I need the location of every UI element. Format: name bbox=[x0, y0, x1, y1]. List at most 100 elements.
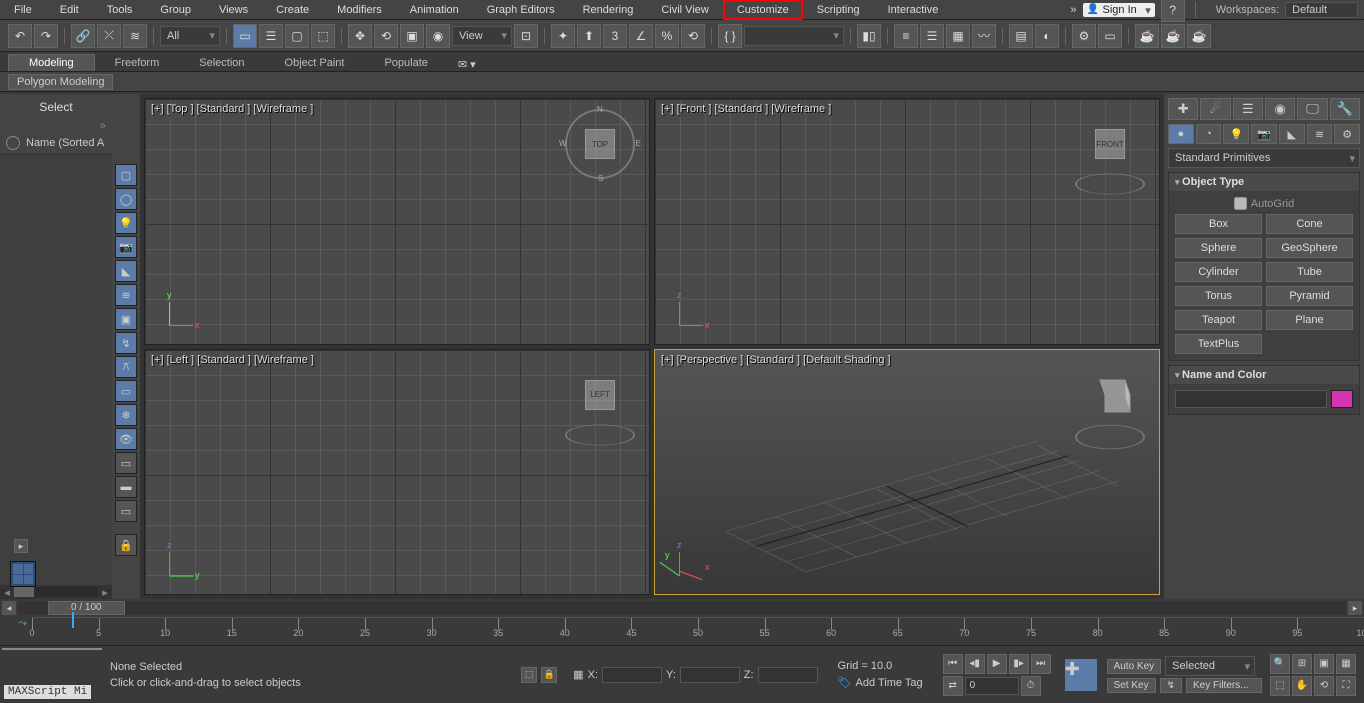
filter-hidden-icon[interactable]: 👁 bbox=[115, 428, 137, 450]
sub-helpers[interactable]: ◣ bbox=[1279, 124, 1305, 144]
percent-snap-button[interactable]: % bbox=[655, 24, 679, 48]
filter-xrefs-icon[interactable]: ↯ bbox=[115, 332, 137, 354]
render-production-button[interactable]: ☕ bbox=[1135, 24, 1159, 48]
viewport-left-label[interactable]: [+] [Left ] [Standard ] [Wireframe ] bbox=[151, 354, 314, 366]
window-crossing-button[interactable]: ⬚ bbox=[311, 24, 335, 48]
filter-groups-icon[interactable]: ▣ bbox=[115, 308, 137, 330]
expand-panel-button[interactable]: ▸ bbox=[14, 539, 28, 553]
x-field[interactable] bbox=[602, 667, 662, 683]
tab-hierarchy[interactable]: ☰ bbox=[1233, 98, 1263, 120]
sign-in-button[interactable]: Sign In bbox=[1083, 3, 1155, 17]
create-box-button[interactable]: Box bbox=[1175, 214, 1262, 234]
toggle-ribbon-button[interactable]: ▦ bbox=[946, 24, 970, 48]
scene-explorer-flyout[interactable]: » bbox=[0, 120, 112, 132]
rendered-frame-button[interactable]: ▭ bbox=[1098, 24, 1122, 48]
viewcube-top[interactable]: TOP N S W E bbox=[565, 109, 635, 179]
timeline[interactable]: ⤳ 05101520253035404550556065707580859095… bbox=[0, 617, 1364, 645]
create-plane-button[interactable]: Plane bbox=[1266, 310, 1353, 330]
render-setup-button[interactable]: ⚙ bbox=[1072, 24, 1096, 48]
angle-snap-button[interactable]: ∠ bbox=[629, 24, 653, 48]
pan-button[interactable]: ✋ bbox=[1292, 676, 1312, 696]
tab-display[interactable]: 🖵 bbox=[1297, 98, 1327, 120]
selection-filter-dropdown[interactable]: All bbox=[160, 26, 220, 46]
curve-editor-button[interactable]: 〰 bbox=[972, 24, 996, 48]
pivot-center-button[interactable]: ⊡ bbox=[514, 24, 538, 48]
snap-toggle-button[interactable]: 3 bbox=[603, 24, 627, 48]
absolute-relative-icon[interactable]: ▦ bbox=[573, 668, 583, 681]
menu-overflow-icon[interactable]: » bbox=[1064, 4, 1082, 16]
maxscript-listener[interactable]: MAXScript Mi bbox=[4, 685, 91, 699]
menu-graph-editors[interactable]: Graph Editors bbox=[473, 0, 569, 20]
display-toggle-icon[interactable] bbox=[6, 136, 20, 150]
mirror-button[interactable]: ▮▯ bbox=[857, 24, 881, 48]
create-geosphere-button[interactable]: GeoSphere bbox=[1266, 238, 1353, 258]
sub-spacewarps[interactable]: ≋ bbox=[1307, 124, 1333, 144]
rect-region-button[interactable]: ▢ bbox=[285, 24, 309, 48]
time-config-button[interactable]: ⏱ bbox=[1021, 676, 1041, 696]
zoom-extents-all-button[interactable]: ▦ bbox=[1336, 654, 1356, 674]
filter-cameras-icon[interactable]: 📷 bbox=[115, 236, 137, 258]
workspaces-dropdown[interactable]: Default bbox=[1285, 2, 1358, 18]
ribbon-tab-freeform[interactable]: Freeform bbox=[95, 55, 180, 71]
time-slider-thumb[interactable]: 0 / 100 bbox=[48, 601, 125, 615]
tab-create[interactable]: ✚ bbox=[1168, 98, 1198, 120]
redo-button[interactable]: ↷ bbox=[34, 24, 58, 48]
sub-systems[interactable]: ⚙ bbox=[1334, 124, 1360, 144]
zoom-button[interactable]: 🔍 bbox=[1270, 654, 1290, 674]
filter-helpers-icon[interactable]: ◣ bbox=[115, 260, 137, 282]
filter-spacewarps-icon[interactable]: ≋ bbox=[115, 284, 137, 306]
zoom-extents-button[interactable]: ▣ bbox=[1314, 654, 1334, 674]
keyboard-shortcut-button[interactable]: ⬆ bbox=[577, 24, 601, 48]
current-frame-field[interactable] bbox=[965, 677, 1019, 695]
ribbon-mail-icon[interactable]: ✉ ▾ bbox=[458, 58, 476, 71]
tab-utilities[interactable]: 🔧 bbox=[1330, 98, 1360, 120]
viewcube-front[interactable]: FRONT bbox=[1075, 109, 1145, 179]
sub-shapes[interactable]: ◔ bbox=[1196, 124, 1222, 144]
create-teapot-button[interactable]: Teapot bbox=[1175, 310, 1262, 330]
material-editor-button[interactable]: ◐ bbox=[1035, 24, 1059, 48]
isolate-selection-icon[interactable]: ⬚ bbox=[521, 667, 537, 683]
render-iterative-button[interactable]: ☕ bbox=[1161, 24, 1185, 48]
scroll-left-icon[interactable]: ◂ bbox=[0, 586, 14, 599]
menu-civil-view[interactable]: Civil View bbox=[647, 0, 722, 20]
ref-coord-dropdown[interactable]: View bbox=[452, 26, 512, 46]
named-selection-dropdown[interactable] bbox=[744, 26, 844, 46]
scene-explorer-list[interactable] bbox=[0, 155, 112, 585]
zoom-all-button[interactable]: ⊞ bbox=[1292, 654, 1312, 674]
viewcube-left[interactable]: LEFT bbox=[565, 360, 635, 430]
viewport-left[interactable]: [+] [Left ] [Standard ] [Wireframe ] LEF… bbox=[144, 349, 650, 596]
setkey-button[interactable]: Set Key bbox=[1107, 678, 1156, 693]
filter-none-icon[interactable]: ▭ bbox=[115, 452, 137, 474]
menu-animation[interactable]: Animation bbox=[396, 0, 473, 20]
ribbon-tab-populate[interactable]: Populate bbox=[364, 55, 447, 71]
add-time-tag-button[interactable]: Add Time Tag bbox=[856, 677, 923, 689]
menu-tools[interactable]: Tools bbox=[93, 0, 147, 20]
orbit-button[interactable]: ⟲ bbox=[1314, 676, 1334, 696]
ribbon-tab-selection[interactable]: Selection bbox=[179, 55, 264, 71]
link-button[interactable]: 🔗 bbox=[71, 24, 95, 48]
key-target-dropdown[interactable]: Selected bbox=[1165, 656, 1255, 676]
filter-shapes-icon[interactable]: ◯ bbox=[115, 188, 137, 210]
placement-button[interactable]: ◉ bbox=[426, 24, 450, 48]
rollout-object-type-header[interactable]: Object Type bbox=[1169, 173, 1359, 191]
sub-cameras[interactable]: 📷 bbox=[1251, 124, 1277, 144]
filter-frozen-icon[interactable]: ❄ bbox=[115, 404, 137, 426]
filter-all-icon[interactable]: ▬ bbox=[115, 476, 137, 498]
render-activeshade-button[interactable]: ☕ bbox=[1187, 24, 1211, 48]
current-frame-indicator[interactable] bbox=[72, 612, 74, 628]
goto-start-button[interactable]: ⏮ bbox=[943, 654, 963, 674]
select-object-button[interactable]: ▭ bbox=[233, 24, 257, 48]
prev-frame-button[interactable]: ◂▮ bbox=[965, 654, 985, 674]
align-button[interactable]: ≡ bbox=[894, 24, 918, 48]
create-torus-button[interactable]: Torus bbox=[1175, 286, 1262, 306]
scroll-thumb[interactable] bbox=[14, 587, 34, 597]
menu-file[interactable]: File bbox=[0, 0, 46, 20]
viewport-top[interactable]: [+] [Top ] [Standard ] [Wireframe ] TOP … bbox=[144, 98, 650, 345]
create-sphere-button[interactable]: Sphere bbox=[1175, 238, 1262, 258]
create-textplus-button[interactable]: TextPlus bbox=[1175, 334, 1262, 354]
lock-selection-icon[interactable]: 🔒 bbox=[115, 534, 137, 556]
time-slider-track[interactable]: 0 / 100 bbox=[18, 601, 1346, 615]
unlink-button[interactable]: ⤫ bbox=[97, 24, 121, 48]
menu-views[interactable]: Views bbox=[205, 0, 262, 20]
create-cone-button[interactable]: Cone bbox=[1266, 214, 1353, 234]
